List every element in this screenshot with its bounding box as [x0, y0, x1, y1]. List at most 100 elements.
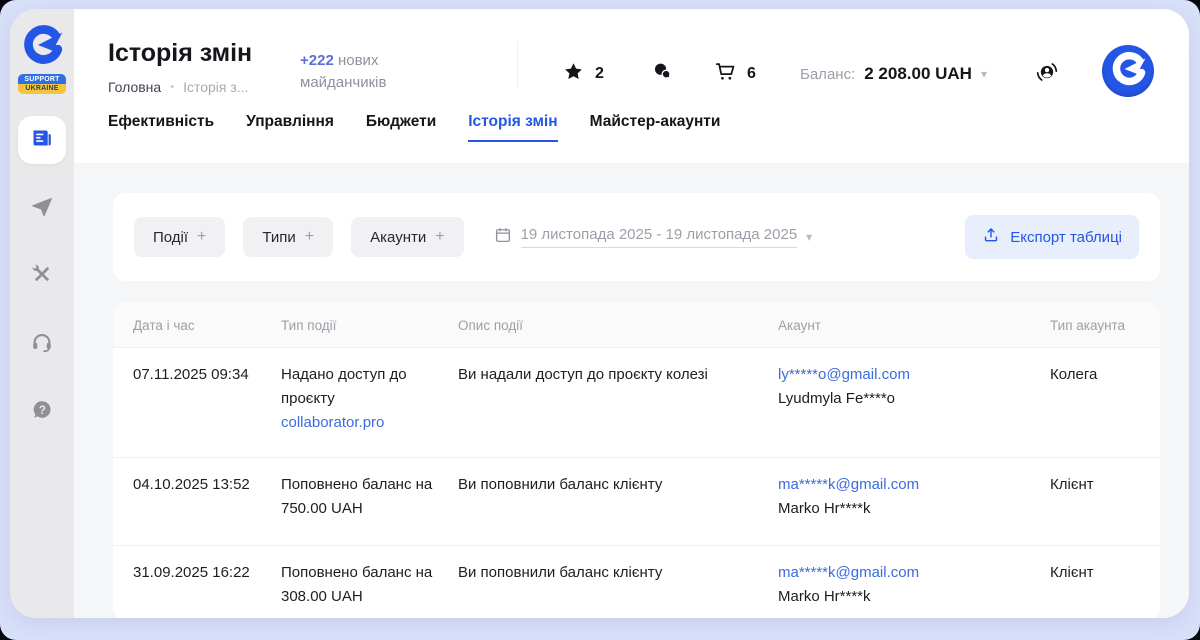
cell-account-type: Колега: [1050, 348, 1140, 457]
cell-description: Ви поповнили баланс клієнту: [458, 546, 778, 618]
tab-master-accounts[interactable]: Майстер-акаунти: [590, 113, 721, 140]
plus-icon: +: [197, 228, 206, 246]
cart-count: 6: [747, 65, 756, 83]
cell-event-type: Поповнено баланс на 308.00 UAH: [281, 546, 458, 618]
table-row: 31.09.2025 16:22 Поповнено баланс на 308…: [113, 546, 1160, 618]
chevron-down-icon: ▾: [806, 230, 812, 244]
star-icon: [563, 61, 584, 87]
c-arrow-logo-icon: [1110, 51, 1146, 92]
cell-account: ma*****k@gmail.com Marko Hr****k: [778, 546, 1050, 618]
sidebar: SUPPORT UKRAINE: [10, 9, 74, 618]
breadcrumb-current: Історія з...: [183, 79, 248, 95]
event-project-link[interactable]: collaborator.pro: [281, 414, 384, 431]
cell-account-type: Клієнт: [1050, 458, 1140, 545]
chevron-down-icon: ▾: [981, 67, 987, 81]
balance-dropdown[interactable]: Баланс: 2 208.00 UAH ▾: [800, 64, 987, 84]
date-range-value: 19 листопада 2025 - 19 листопада 2025: [521, 226, 798, 248]
col-header-event-type: Тип події: [281, 302, 458, 347]
favorites-count: 2: [595, 65, 604, 83]
filter-chip-label: Акаунти: [370, 229, 426, 246]
account-email-link[interactable]: ly*****o@gmail.com: [778, 366, 910, 383]
account-switch-button[interactable]: [1034, 59, 1060, 85]
cell-datetime: 07.11.2025 09:34: [133, 348, 281, 457]
sidebar-item-support[interactable]: [18, 320, 66, 368]
col-header-description: Опис події: [458, 302, 778, 347]
avatar[interactable]: [1102, 45, 1154, 97]
brand-logo[interactable]: SUPPORT UKRAINE: [18, 24, 66, 94]
account-switch-icon: [1034, 72, 1060, 89]
sidebar-item-tools[interactable]: [18, 252, 66, 300]
support-ukraine-badge: SUPPORT UKRAINE: [18, 74, 66, 94]
cart-button[interactable]: 6: [715, 61, 756, 87]
news-icon: [30, 126, 54, 155]
new-platforms-promo[interactable]: +222 нових майданчиків: [300, 50, 386, 94]
event-type-text: Поповнено баланс на 750.00 UAH: [281, 476, 432, 517]
cell-event-type: Поповнено баланс на 750.00 UAH: [281, 458, 458, 545]
topbar-divider: [517, 42, 518, 88]
history-table: Дата і час Тип події Опис події Акаунт Т…: [113, 302, 1160, 618]
cell-account-type: Клієнт: [1050, 546, 1140, 618]
paper-plane-icon: [30, 194, 54, 223]
cell-event-type: Надано доступ до проєкту collaborator.pr…: [281, 348, 458, 457]
cell-account: ma*****k@gmail.com Marko Hr****k: [778, 458, 1050, 545]
badge-support-label: SUPPORT: [18, 74, 66, 84]
filter-chip-label: Події: [153, 229, 188, 246]
cell-description: Ви надали доступ до проєкту колезі: [458, 348, 778, 457]
account-name: Lyudmyla Fe****o: [778, 390, 895, 407]
date-range-picker[interactable]: 19 листопада 2025 - 19 листопада 2025 ▾: [494, 226, 813, 249]
chat-bubbles-icon: [652, 61, 673, 87]
plus-icon: +: [435, 228, 444, 246]
filter-chip-label: Типи: [262, 229, 295, 246]
cart-icon: [715, 61, 736, 87]
tab-management[interactable]: Управління: [246, 113, 334, 140]
messages-button[interactable]: [652, 61, 673, 87]
filter-panel: Події + Типи + Акаунти +: [113, 193, 1160, 281]
table-header-row: Дата і час Тип події Опис події Акаунт Т…: [113, 302, 1160, 348]
filter-chip-events[interactable]: Події +: [134, 217, 225, 257]
promo-text-2: майданчиків: [300, 72, 386, 94]
favorites-button[interactable]: 2: [563, 61, 604, 87]
app-window: SUPPORT UKRAINE: [10, 9, 1189, 618]
headset-icon: [30, 330, 54, 359]
table-row: 04.10.2025 13:52 Поповнено баланс на 750…: [113, 458, 1160, 546]
question-bubble-icon: ?: [30, 398, 54, 427]
svg-text:?: ?: [39, 404, 46, 416]
filter-chip-accounts[interactable]: Акаунти +: [351, 217, 463, 257]
upload-icon: [982, 226, 1000, 248]
cell-datetime: 04.10.2025 13:52: [133, 458, 281, 545]
export-table-button[interactable]: Експорт таблиці: [965, 215, 1139, 259]
account-email-link[interactable]: ma*****k@gmail.com: [778, 476, 919, 493]
table-row: 07.11.2025 09:34 Надано доступ до проєкт…: [113, 348, 1160, 458]
sidebar-menu: ?: [18, 116, 66, 456]
account-name: Marko Hr****k: [778, 588, 871, 605]
tab-efficiency[interactable]: Ефективність: [108, 113, 214, 140]
sidebar-item-help[interactable]: ?: [18, 388, 66, 436]
filter-chip-types[interactable]: Типи +: [243, 217, 333, 257]
c-arrow-logo-icon: [21, 24, 63, 71]
balance-label: Баланс:: [800, 66, 855, 83]
breadcrumb-separator: •: [170, 81, 174, 93]
tab-budgets[interactable]: Бюджети: [366, 113, 436, 140]
content-area: Події + Типи + Акаунти +: [74, 163, 1189, 618]
calendar-icon: [494, 226, 512, 249]
account-email-link[interactable]: ma*****k@gmail.com: [778, 564, 919, 581]
main-panel: Історія змін Головна • Історія з... +222…: [74, 9, 1189, 618]
promo-count: +222: [300, 52, 334, 69]
sidebar-item-news[interactable]: [18, 116, 66, 164]
breadcrumb-home[interactable]: Головна: [108, 79, 161, 95]
col-header-datetime: Дата і час: [133, 302, 281, 347]
promo-text-1: нових: [334, 52, 379, 69]
tab-bar: Ефективність Управління Бюджети Історія …: [74, 113, 1189, 163]
plus-icon: +: [305, 228, 314, 246]
tab-change-history[interactable]: Історія змін: [468, 113, 557, 142]
balance-value: 2 208.00 UAH: [864, 64, 972, 84]
cell-datetime: 31.09.2025 16:22: [133, 546, 281, 618]
tools-icon: [30, 262, 54, 291]
badge-ukraine-label: UKRAINE: [18, 84, 66, 94]
col-header-account: Акаунт: [778, 302, 1050, 347]
event-type-text: Надано доступ до проєкту: [281, 366, 407, 407]
sidebar-item-telegram[interactable]: [18, 184, 66, 232]
topbar: Історія змін Головна • Історія з... +222…: [74, 9, 1189, 113]
desktop-background: SUPPORT UKRAINE: [0, 0, 1200, 640]
export-button-label: Експорт таблиці: [1010, 229, 1122, 246]
